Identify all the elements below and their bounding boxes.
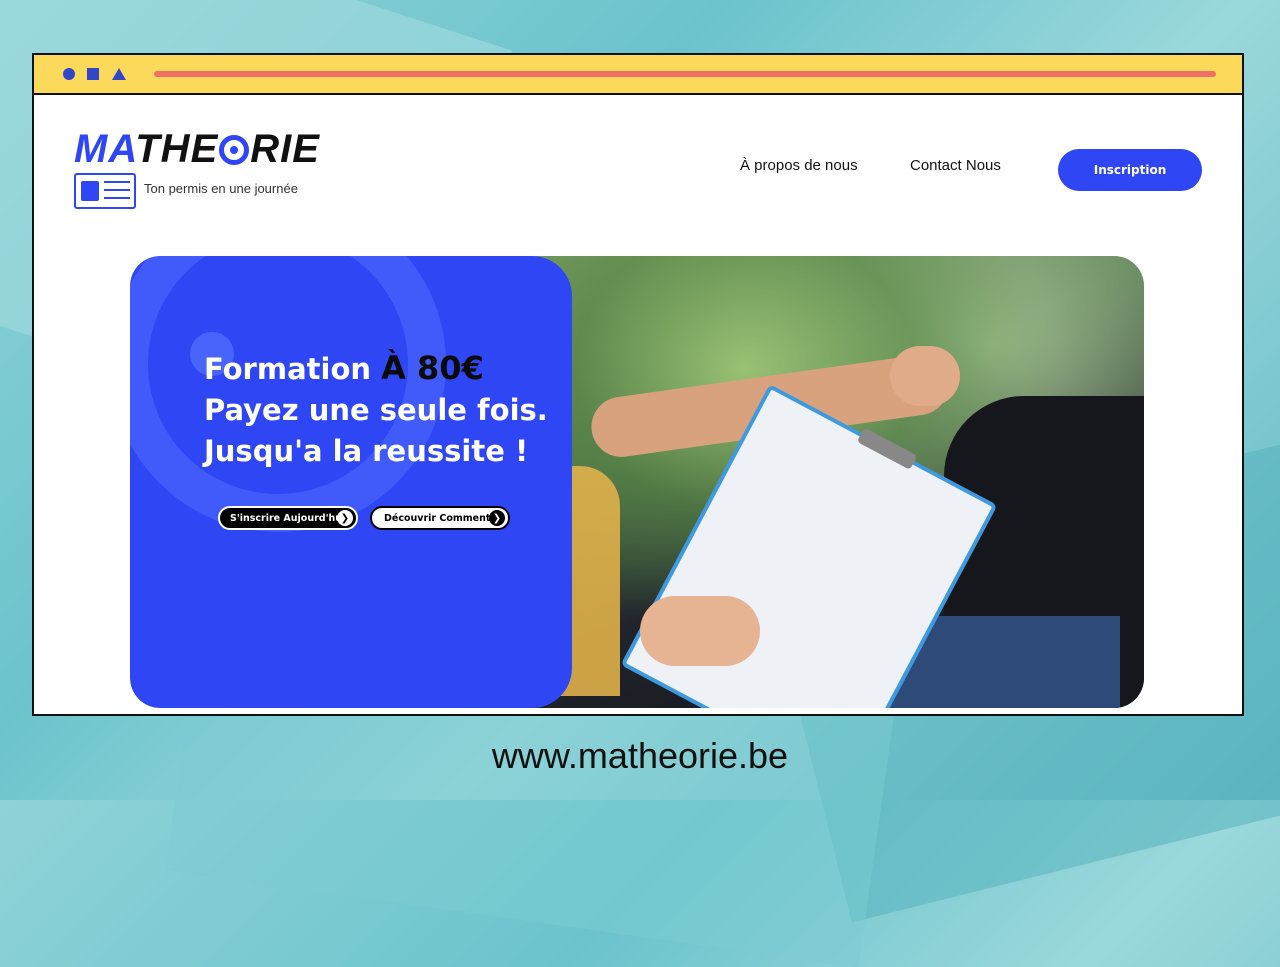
chevron-right-icon: ❯ (337, 510, 353, 526)
license-card-icon (74, 173, 136, 209)
square-icon (87, 68, 99, 80)
discover-how-label: Découvrir Comment (384, 512, 491, 524)
tagline: Ton permis en une journée (144, 181, 298, 196)
browser-window: MATHE RIE Ton permis en une journée À pro… (32, 53, 1244, 716)
signup-today-button[interactable]: S'inscrire Aujourd'hui ❯ (218, 506, 358, 530)
signup-button[interactable]: Inscription (1058, 149, 1202, 191)
discover-how-button[interactable]: Découvrir Comment ❯ (370, 506, 510, 530)
hero-banner: Formation À 80€ Payez une seule fois. Ju… (130, 256, 1144, 708)
site-header: MATHE RIE Ton permis en une journée À pro… (34, 95, 1242, 245)
logo-rie: RIE (250, 127, 320, 171)
triangle-icon (112, 68, 126, 80)
steering-wheel-icon (219, 135, 250, 165)
headline-line3: Jusqu'a la reussite ! (204, 434, 529, 468)
circle-icon (63, 68, 75, 80)
address-bar[interactable] (154, 71, 1216, 77)
nav-contact[interactable]: Contact Nous (910, 157, 1001, 174)
chevron-right-icon: ❯ (489, 510, 505, 526)
driving-lesson-photo (530, 256, 1144, 708)
signup-today-label: S'inscrire Aujourd'hui (230, 512, 346, 524)
nav-about[interactable]: À propos de nous (740, 157, 858, 174)
headline-line2: Payez une seule fois. (204, 393, 548, 427)
logo-wordmark: MATHE RIE (74, 129, 320, 169)
website-url: www.matheorie.be (491, 735, 789, 776)
browser-toolbar (34, 55, 1242, 95)
headline-line1: Formation (204, 352, 382, 386)
promo-panel: Formation À 80€ Payez une seule fois. Ju… (130, 256, 572, 708)
logo-ma: MA (74, 127, 136, 171)
logo-the: THE (135, 127, 219, 171)
hero-headline: Formation À 80€ Payez une seule fois. Ju… (204, 348, 564, 472)
headline-price: À 80€ (381, 349, 484, 387)
site-logo[interactable]: MATHE RIE Ton permis en une journée (74, 129, 320, 209)
